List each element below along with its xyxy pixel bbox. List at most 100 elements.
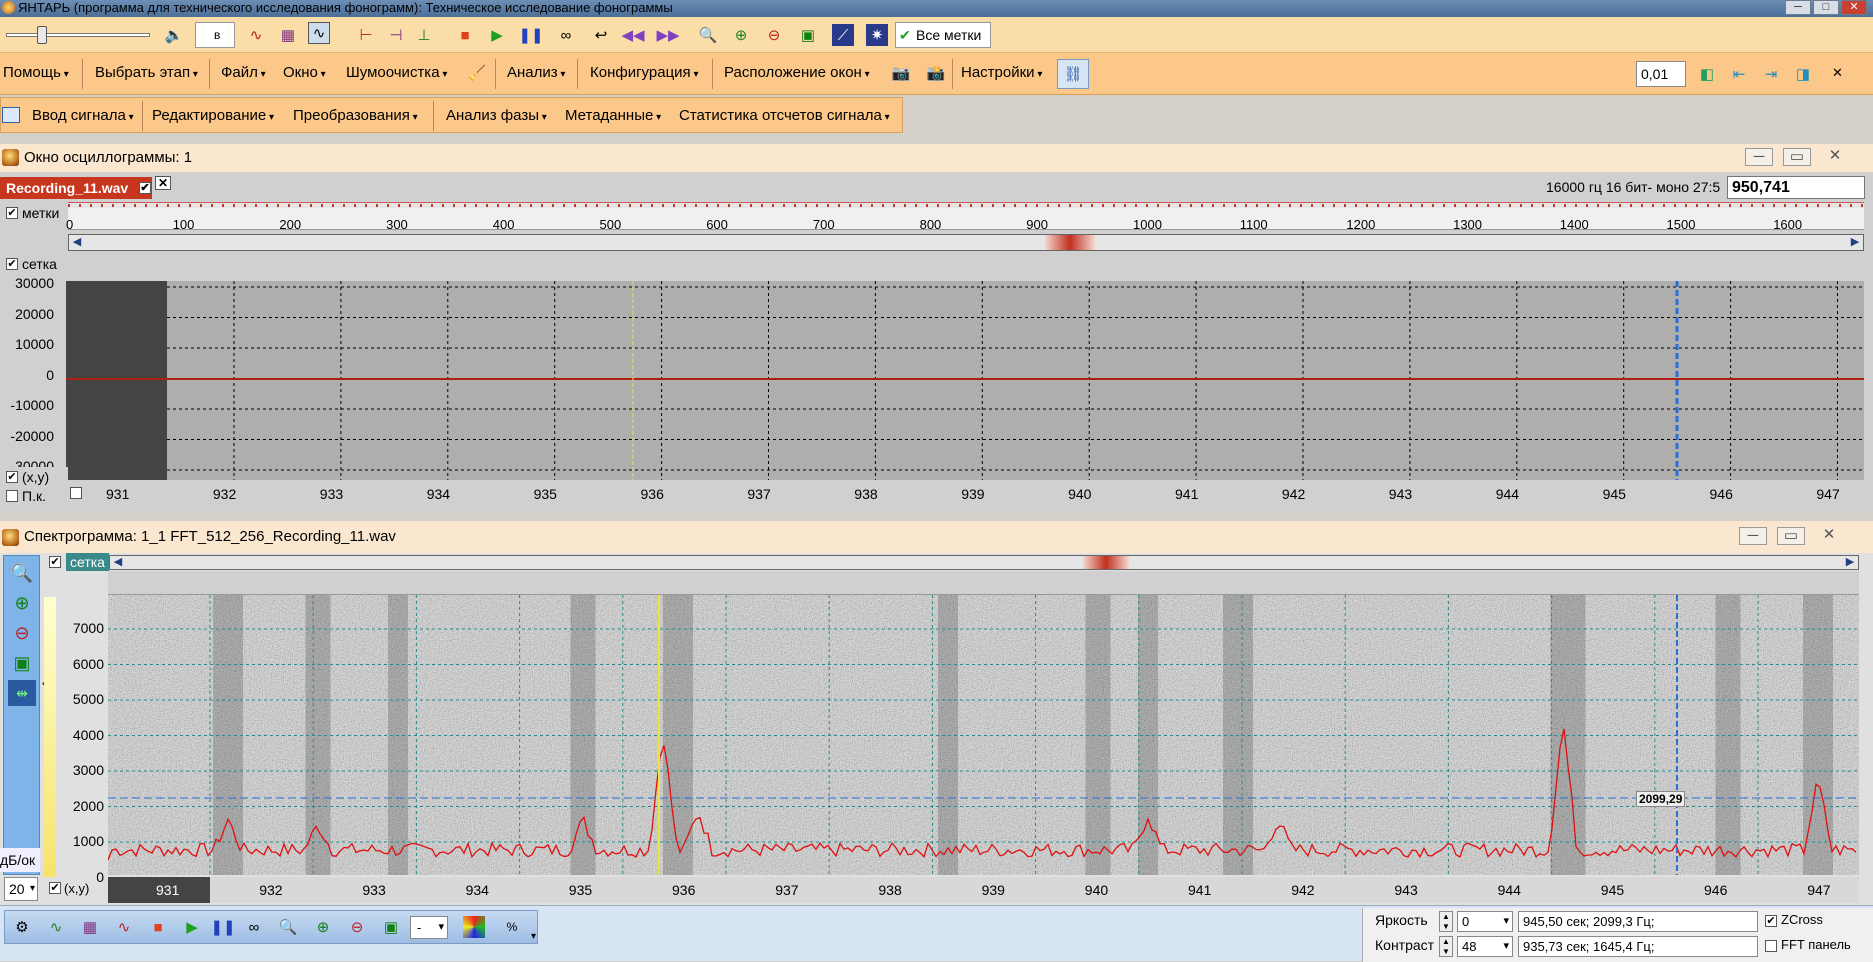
step-right-icon[interactable]: ◨ <box>1792 63 1814 85</box>
osc-x-checkbox[interactable] <box>70 487 82 499</box>
marker-both-icon[interactable]: ⊣ <box>385 24 407 46</box>
menu-meta[interactable]: Метаданные <box>565 107 661 124</box>
bottom-zoom-out-icon[interactable]: ⊖ <box>346 916 368 938</box>
bottom-zoom-icon[interactable]: 🔍 <box>277 916 299 938</box>
zoom-out-icon[interactable]: ⊖ <box>763 24 785 46</box>
return-icon[interactable]: ↩ <box>590 24 612 46</box>
slider-thumb[interactable] <box>37 26 47 44</box>
osc-close-button[interactable]: ✕ <box>1821 148 1849 166</box>
bottom-spectrum-icon[interactable]: ▦ <box>79 916 101 938</box>
step-left-icon[interactable]: ◧ <box>1696 63 1718 85</box>
forward-icon[interactable]: ▶▶ <box>656 24 679 46</box>
spec-grid-checkbox[interactable]: ✔ <box>49 556 61 568</box>
zcross-checkbox[interactable]: ✔ <box>1765 915 1777 927</box>
menu-transform[interactable]: Преобразования <box>293 107 418 124</box>
volume-slider[interactable] <box>6 26 150 44</box>
bottom-waveform-icon[interactable]: ∿ <box>45 916 67 938</box>
spec-zoom-in-icon[interactable]: ⊕ <box>8 590 36 616</box>
spec-xy-checkbox[interactable]: ✔ <box>49 882 61 894</box>
mode-dropdown[interactable]: в <box>195 22 235 48</box>
close-window-button[interactable]: ✕ <box>1841 0 1867 15</box>
overflow-chevron-icon[interactable]: ▾ <box>531 931 536 942</box>
spec-scrollbar[interactable]: ◀ ▶ <box>109 555 1859 570</box>
noise-icon[interactable]: ✷ <box>866 24 888 46</box>
zoom-select[interactable]: - <box>410 916 448 939</box>
spec-zoom-icon[interactable]: 🔍 <box>8 560 36 586</box>
signal-view-icon[interactable]: ∿ <box>308 22 330 44</box>
spec-zoom-out-icon[interactable]: ⊖ <box>8 620 36 646</box>
labels-checkbox[interactable]: ✔ <box>6 207 18 219</box>
scroll-left-icon[interactable]: ◀ <box>69 235 85 250</box>
zoom-in-icon[interactable]: ⊕ <box>730 24 752 46</box>
menu-stage[interactable]: Выбрать этап <box>95 64 198 81</box>
osc-scrollbar[interactable]: ◀ ▶ <box>68 234 1864 251</box>
grid-checkbox[interactable]: ✔ <box>6 258 18 270</box>
link-icon[interactable]: ⛓ <box>1057 59 1089 89</box>
file-tab-checkbox[interactable]: ✔ <box>139 182 151 194</box>
filter-icon[interactable]: ⟋ <box>832 24 854 46</box>
xy-checkbox[interactable]: ✔ <box>6 471 18 483</box>
file-tab-close-button[interactable]: ✕ <box>155 176 172 190</box>
scroll-thumb[interactable] <box>1045 235 1095 250</box>
step-forward-icon[interactable]: ⇥ <box>1760 63 1782 85</box>
marker-right-icon[interactable]: ⊥ <box>413 24 435 46</box>
bottom-play-icon[interactable]: ▶ <box>181 916 203 938</box>
pause-icon[interactable]: ❚❚ <box>518 24 543 46</box>
settings-gear-icon[interactable]: ⚙ <box>11 916 33 938</box>
db-step-select[interactable]: 20 ▾ <box>4 877 38 901</box>
pk-checkbox[interactable] <box>6 490 18 502</box>
labels-dropdown[interactable]: ✔ Все метки <box>895 22 991 48</box>
osc-restore-button[interactable]: ▭ <box>1783 148 1811 166</box>
spec-restore-button[interactable]: ▭ <box>1777 527 1805 545</box>
zoom-fit-icon[interactable]: ▣ <box>797 24 819 46</box>
bottom-signal-icon[interactable]: ∿ <box>113 916 135 938</box>
fft-panel-checkbox[interactable] <box>1765 940 1777 952</box>
spectrogram-plot[interactable]: 2099,29 <box>108 595 1859 875</box>
maximize-button[interactable]: □ <box>1813 0 1839 15</box>
bottom-zoom-fit-icon[interactable]: ▣ <box>380 916 402 938</box>
spectrum-icon[interactable]: ▦ <box>277 24 299 46</box>
bottom-loop-icon[interactable]: ∞ <box>243 916 265 938</box>
menu-denoise[interactable]: Шумоочистка <box>346 64 447 81</box>
osc-plot[interactable] <box>66 281 1864 480</box>
camera-settings-icon[interactable]: 📸 <box>925 62 947 84</box>
brush-icon[interactable]: 🧹 <box>466 62 488 84</box>
step-input[interactable]: 0,01 <box>1636 61 1686 87</box>
window-list-icon[interactable] <box>2 107 20 123</box>
spec-scroll-left-icon[interactable]: ◀ <box>110 556 126 569</box>
waveform-icon[interactable]: ∿ <box>245 24 267 46</box>
menu-window[interactable]: Окно <box>283 64 326 81</box>
position-value[interactable]: 950,741 <box>1727 176 1865 199</box>
minimize-button[interactable]: ─ <box>1785 0 1811 15</box>
bottom-pause-icon[interactable]: ❚❚ <box>210 916 235 938</box>
spec-zoom-fit-icon[interactable]: ▣ <box>8 650 36 676</box>
menu-layout[interactable]: Расположение окон <box>724 64 870 81</box>
contrast-spinner[interactable]: ▲ ▼ <box>1439 936 1453 957</box>
stop-icon[interactable]: ■ <box>454 24 476 46</box>
menu-phase[interactable]: Анализ фазы <box>446 107 547 124</box>
step-back-icon[interactable]: ⇤ <box>1728 63 1750 85</box>
file-tab[interactable]: Recording_11.wav ✔ <box>0 177 152 199</box>
spec-minimize-button[interactable]: ─ <box>1739 527 1767 545</box>
scroll-right-icon[interactable]: ▶ <box>1847 235 1863 250</box>
speaker-icon[interactable]: 🔈 <box>163 24 185 46</box>
menu-analysis[interactable]: Анализ <box>507 64 565 81</box>
osc-minimize-button[interactable]: ─ <box>1745 148 1773 166</box>
bottom-zoom-in-icon[interactable]: ⊕ <box>312 916 334 938</box>
spec-scroll-right-icon[interactable]: ▶ <box>1842 556 1858 569</box>
spec-view-icon[interactable]: ⇹ <box>8 680 36 706</box>
camera-icon[interactable]: 📷 <box>890 62 912 84</box>
bottom-stop-icon[interactable]: ■ <box>147 916 169 938</box>
play-icon[interactable]: ▶ <box>486 24 508 46</box>
rewind-icon[interactable]: ◀◀ <box>621 24 644 46</box>
spec-scroll-thumb[interactable] <box>1083 556 1129 569</box>
brightness-input[interactable]: 0 <box>1457 911 1513 932</box>
percent-button[interactable]: % <box>501 916 523 938</box>
menu-help[interactable]: Помощь <box>3 64 69 81</box>
zoom-icon[interactable]: 🔍 <box>697 24 719 46</box>
menu-config[interactable]: Конфигурация <box>590 64 698 81</box>
marker-left-icon[interactable]: ⊢ <box>355 24 377 46</box>
menu-file[interactable]: Файл <box>221 64 266 81</box>
close-toolbar-button[interactable]: ✕ <box>1832 65 1843 81</box>
menu-settings[interactable]: Настройки <box>961 64 1042 81</box>
